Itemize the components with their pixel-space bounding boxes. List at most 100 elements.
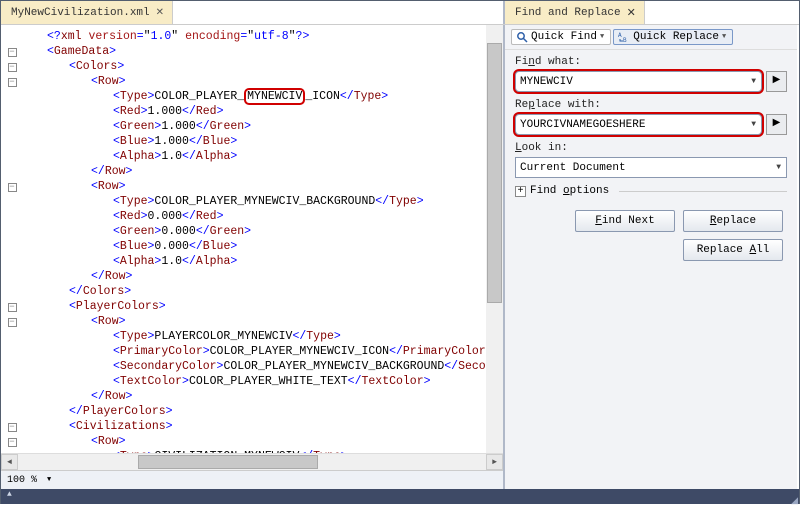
look-in-select[interactable]: Current Document ▼ bbox=[515, 157, 787, 178]
code-line[interactable]: </PlayerColors> bbox=[1, 404, 503, 419]
close-icon[interactable]: ✕ bbox=[156, 7, 164, 19]
code-text: <PrimaryColor>COLOR_PLAYER_MYNEWCIV_ICON… bbox=[23, 344, 493, 359]
code-line[interactable]: −<Colors> bbox=[1, 59, 503, 74]
code-text: <Green>1.000</Green> bbox=[23, 119, 251, 134]
code-text: <Row> bbox=[23, 74, 126, 89]
close-icon[interactable]: ✕ bbox=[627, 6, 636, 20]
code-line[interactable]: </Row> bbox=[1, 164, 503, 179]
code-text: </Row> bbox=[23, 389, 132, 404]
resize-handle[interactable] bbox=[787, 493, 797, 503]
editor-tab[interactable]: MyNewCivilization.xml ✕ bbox=[1, 1, 173, 24]
chevron-down-icon: ▼ bbox=[722, 33, 726, 41]
code-text: <Red>1.000</Red> bbox=[23, 104, 223, 119]
code-line[interactable]: −<PlayerColors> bbox=[1, 299, 503, 314]
look-in-value: Current Document bbox=[520, 162, 626, 174]
code-line[interactable]: <Type>PLAYERCOLOR_MYNEWCIV</Type> bbox=[1, 329, 503, 344]
find-what-input[interactable]: MYNEWCIV ▼ bbox=[515, 71, 762, 92]
code-line[interactable]: −<Row> bbox=[1, 314, 503, 329]
fold-toggle[interactable]: − bbox=[8, 423, 17, 432]
code-text: <Type>COLOR_PLAYER_MYNEWCIV_BACKGROUND</… bbox=[23, 194, 424, 209]
replace-with-input[interactable]: YOURCIVNAMEGOESHERE ▼ bbox=[515, 114, 762, 135]
code-line[interactable]: </Row> bbox=[1, 269, 503, 284]
horizontal-scrollbar[interactable]: ◄ ► bbox=[1, 453, 503, 470]
code-line[interactable]: <?xml version="1.0" encoding="utf-8"?> bbox=[1, 29, 503, 44]
scrollbar-thumb[interactable] bbox=[138, 455, 318, 469]
divider bbox=[619, 191, 787, 192]
find-options-expander[interactable]: + Find options bbox=[515, 185, 787, 197]
code-text: <Red>0.000</Red> bbox=[23, 209, 223, 224]
replace-icon: AB bbox=[618, 31, 630, 43]
code-line[interactable]: <Type>COLOR_PLAYER_MYNEWCIV_BACKGROUND</… bbox=[1, 194, 503, 209]
replace-all-button[interactable]: Replace All bbox=[683, 239, 783, 261]
replace-with-label: Replace with: bbox=[515, 99, 787, 111]
chevron-down-icon[interactable]: ▼ bbox=[748, 120, 759, 129]
svg-text:A: A bbox=[618, 32, 622, 39]
code-text: <Row> bbox=[23, 179, 126, 194]
code-editor[interactable]: <?xml version="1.0" encoding="utf-8"?>−<… bbox=[1, 25, 505, 489]
replace-button[interactable]: Replace bbox=[683, 210, 783, 232]
code-line[interactable]: <Blue>0.000</Blue> bbox=[1, 239, 503, 254]
quick-find-label: Quick Find bbox=[531, 31, 597, 43]
code-line[interactable]: −<GameData> bbox=[1, 44, 503, 59]
code-text: <Type>COLOR_PLAYER_MYNEWCIV_ICON</Type> bbox=[23, 89, 388, 104]
code-line[interactable]: <TextColor>COLOR_PLAYER_WHITE_TEXT</Text… bbox=[1, 374, 503, 389]
code-line[interactable]: <Blue>1.000</Blue> bbox=[1, 134, 503, 149]
find-next-button[interactable]: Find Next bbox=[575, 210, 675, 232]
fold-toggle[interactable]: − bbox=[8, 183, 17, 192]
fr-toolbar: Quick Find ▼ AB Quick Replace ▼ bbox=[505, 25, 797, 50]
chevron-down-icon[interactable]: ▼ bbox=[748, 77, 759, 86]
code-line[interactable]: <Red>1.000</Red> bbox=[1, 104, 503, 119]
fold-toggle[interactable]: − bbox=[8, 78, 17, 87]
code-line[interactable]: −<Row> bbox=[1, 179, 503, 194]
editor-tab-label: MyNewCivilization.xml bbox=[11, 7, 150, 19]
code-text: <Blue>1.000</Blue> bbox=[23, 134, 237, 149]
quick-replace-button[interactable]: AB Quick Replace ▼ bbox=[613, 29, 733, 45]
code-line[interactable]: <Red>0.000</Red> bbox=[1, 209, 503, 224]
code-line[interactable]: <Type>COLOR_PLAYER_MYNEWCIV_ICON</Type> bbox=[1, 89, 503, 104]
code-text: <Row> bbox=[23, 314, 126, 329]
look-in-label: Look in: bbox=[515, 142, 787, 154]
code-line[interactable]: −<Row> bbox=[1, 434, 503, 449]
vertical-scrollbar[interactable] bbox=[486, 25, 503, 453]
zoom-level[interactable]: 100 % bbox=[7, 475, 37, 486]
code-text: <Alpha>1.0</Alpha> bbox=[23, 254, 237, 269]
quick-replace-label: Quick Replace bbox=[633, 31, 719, 43]
code-text: <SecondaryColor>COLOR_PLAYER_MYNEWCIV_BA… bbox=[23, 359, 503, 374]
code-text: <Green>0.000</Green> bbox=[23, 224, 251, 239]
fold-toggle[interactable]: − bbox=[8, 48, 17, 57]
replace-with-value: YOURCIVNAMEGOESHERE bbox=[520, 119, 645, 131]
fold-toggle[interactable]: − bbox=[8, 318, 17, 327]
chevron-down-icon[interactable]: ▼ bbox=[773, 163, 784, 172]
code-line[interactable]: <Green>1.000</Green> bbox=[1, 119, 503, 134]
code-line[interactable]: <Alpha>1.0</Alpha> bbox=[1, 254, 503, 269]
fold-toggle[interactable]: − bbox=[8, 63, 17, 72]
window-statusbar: ▲ bbox=[1, 489, 799, 504]
scroll-right-button[interactable]: ► bbox=[486, 454, 503, 470]
code-text: <PlayerColors> bbox=[23, 299, 166, 314]
code-line[interactable]: <SecondaryColor>COLOR_PLAYER_MYNEWCIV_BA… bbox=[1, 359, 503, 374]
code-text: <Alpha>1.0</Alpha> bbox=[23, 149, 237, 164]
fold-toggle[interactable]: − bbox=[8, 303, 17, 312]
replace-expression-builder-button[interactable]: ▶ bbox=[766, 114, 787, 135]
find-expression-builder-button[interactable]: ▶ bbox=[766, 71, 787, 92]
code-line[interactable]: <PrimaryColor>COLOR_PLAYER_MYNEWCIV_ICON… bbox=[1, 344, 503, 359]
code-text: <Blue>0.000</Blue> bbox=[23, 239, 237, 254]
plus-icon: + bbox=[515, 186, 526, 197]
code-line[interactable]: −<Row> bbox=[1, 74, 503, 89]
code-text: <Type>PLAYERCOLOR_MYNEWCIV</Type> bbox=[23, 329, 341, 344]
quick-find-button[interactable]: Quick Find ▼ bbox=[511, 29, 611, 45]
code-text: </Row> bbox=[23, 269, 132, 284]
scroll-left-button[interactable]: ◄ bbox=[1, 454, 18, 470]
code-line[interactable]: </Colors> bbox=[1, 284, 503, 299]
code-text: <TextColor>COLOR_PLAYER_WHITE_TEXT</Text… bbox=[23, 374, 431, 389]
fold-toggle[interactable]: − bbox=[8, 438, 17, 447]
code-line[interactable]: <Green>0.000</Green> bbox=[1, 224, 503, 239]
find-replace-tab[interactable]: Find and Replace ✕ bbox=[505, 1, 645, 24]
scrollbar-thumb[interactable] bbox=[487, 43, 502, 303]
code-text: <GameData> bbox=[23, 44, 116, 59]
code-line[interactable]: </Row> bbox=[1, 389, 503, 404]
chevron-up-icon[interactable]: ▲ bbox=[7, 490, 12, 499]
code-line[interactable]: <Alpha>1.0</Alpha> bbox=[1, 149, 503, 164]
code-text: </PlayerColors> bbox=[23, 404, 173, 419]
code-line[interactable]: −<Civilizations> bbox=[1, 419, 503, 434]
